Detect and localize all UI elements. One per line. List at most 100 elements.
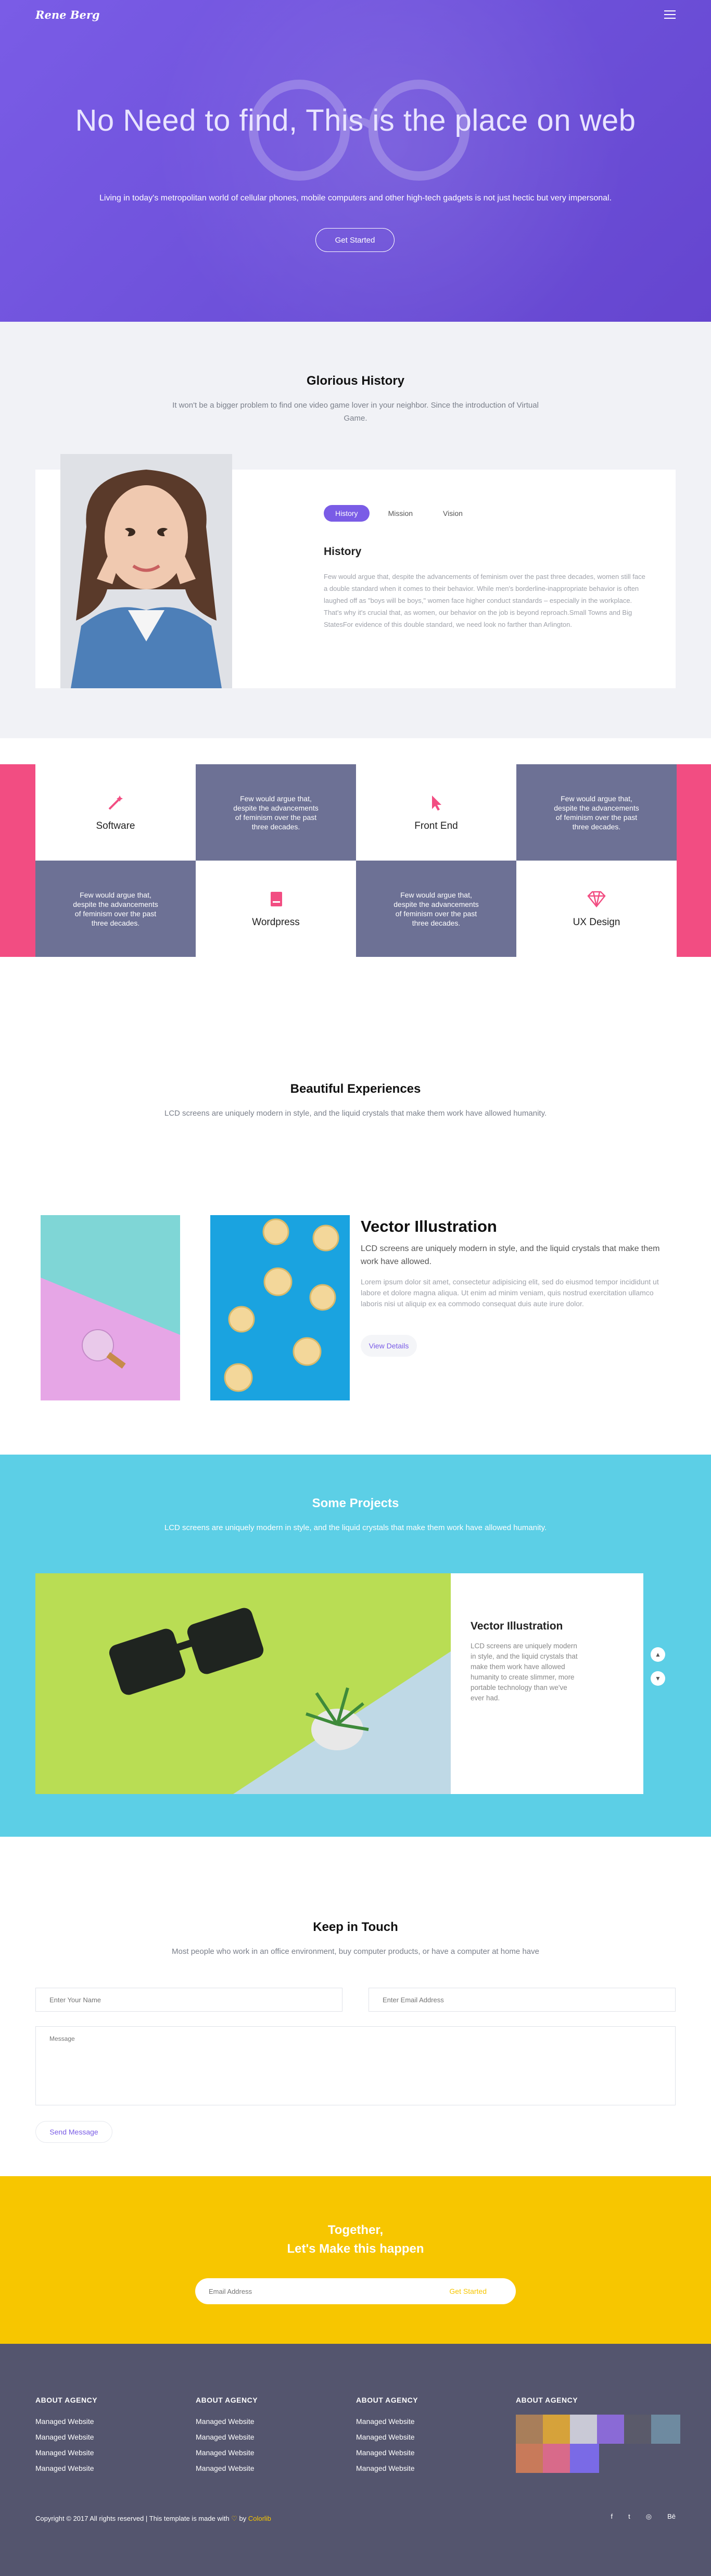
cta-line-1: Together, [327,2223,384,2237]
view-details-button[interactable]: View Details [361,1335,417,1357]
get-started-button[interactable]: Get Started [315,228,395,252]
dribbble-icon[interactable]: ◎ [646,2512,652,2521]
newsletter-form: Get Started [195,2278,516,2304]
projects-subtitle: LCD screens are uniquely modern in style… [164,1523,547,1532]
name-input[interactable] [35,1988,342,2012]
banana-slices-image [210,1215,350,1400]
project-text: LCD screens are uniquely modern in style… [471,1642,578,1702]
behance-icon[interactable]: Bē [667,2512,676,2521]
send-message-button[interactable]: Send Message [35,2121,112,2143]
services-grid: Software Few would argue that, despite t… [0,764,711,957]
history-heading: History [324,546,362,558]
footer-link[interactable]: Managed Website [356,2414,418,2429]
instagram-thumbnail[interactable] [570,2415,599,2444]
footer-column: ABOUT AGENCY Managed Website Managed Web… [196,2396,258,2476]
footer-column: ABOUT AGENCY Managed Website Managed Web… [356,2396,418,2476]
service-tile-ux-design[interactable]: UX Design [516,861,677,957]
tab-vision[interactable]: Vision [431,505,474,522]
footer: ABOUT AGENCY Managed Website Managed Web… [0,2344,711,2576]
footer-link[interactable]: Managed Website [196,2445,258,2460]
copyright-label: Copyright © 2017 All rights reserved | T… [35,2515,230,2522]
experiences-heading: Vector Illustration [361,1217,497,1235]
cta-title: Together, Let's Make this happen [0,2221,711,2258]
facebook-icon[interactable]: f [611,2512,613,2521]
woman-portrait-image [60,454,232,688]
service-tile-wordpress[interactable]: Wordpress [196,861,356,957]
instagram-thumbnail[interactable] [651,2415,680,2444]
history-tabs: History Mission Vision [324,505,474,522]
tab-history[interactable]: History [324,505,370,522]
newsletter-submit-button[interactable]: Get Started [449,2287,487,2295]
history-subtitle: It won't be a bigger problem to find one… [172,401,539,423]
contact-subtitle: Most people who work in an office enviro… [172,1947,539,1956]
footer-column-title: ABOUT AGENCY [35,2396,98,2404]
footer-column: ABOUT AGENCY Managed Website Managed Web… [35,2396,97,2476]
instagram-thumbnail[interactable] [516,2444,545,2473]
contact-section: Keep in Touch Most people who work in an… [0,1837,711,2176]
instagram-thumbnail[interactable] [516,2415,545,2444]
instagram-thumbnail[interactable] [624,2415,653,2444]
services-section: Software Few would argue that, despite t… [0,738,711,1061]
service-label: Software [96,820,135,831]
footer-link[interactable]: Managed Website [196,2429,258,2445]
message-textarea[interactable] [35,2026,676,2105]
sunglasses-plant-image [35,1573,451,1794]
footer-link[interactable]: Managed Website [35,2429,97,2445]
carousel-up-button[interactable]: ▲ [651,1647,665,1662]
hero-subtitle: Living in today's metropolitan world of … [99,194,612,203]
tab-mission[interactable]: Mission [377,505,424,522]
diamond-icon [587,891,606,907]
cursor-icon [432,795,441,811]
hero-title: No Need to find, This is the place on we… [75,104,636,137]
footer-link[interactable]: Managed Website [356,2460,418,2476]
footer-link[interactable]: Managed Website [196,2460,258,2476]
chevron-up-icon: ▲ [655,1651,661,1658]
cta-line-2: Let's Make this happen [287,2242,424,2256]
footer-column-title: ABOUT AGENCY [356,2396,418,2404]
experiences-lorem: Lorem ipsum dolor sit amet, consectetur … [361,1278,659,1308]
service-text-tile: Few would argue that, despite the advanc… [35,861,196,957]
service-label: Wordpress [252,916,300,928]
newsletter-email-input[interactable] [209,2287,365,2295]
email-input[interactable] [369,1988,676,2012]
chevron-down-icon: ▼ [655,1675,661,1682]
footer-instagram-column: ABOUT AGENCY [516,2396,578,2414]
lightbulb-image [41,1215,180,1400]
experiences-title: Beautiful Experiences [290,1082,421,1096]
footer-column-title: ABOUT AGENCY [516,2396,578,2404]
instagram-thumbnail[interactable] [543,2444,572,2473]
carousel-down-button[interactable]: ▼ [651,1671,665,1686]
footer-link[interactable]: Managed Website [356,2429,418,2445]
experiences-section: Beautiful Experiences LCD screens are un… [0,1061,711,1455]
service-text-tile: Few would argue that, despite the advanc… [516,764,677,861]
footer-link[interactable]: Managed Website [35,2460,97,2476]
copyright-text: Copyright © 2017 All rights reserved | T… [35,2515,271,2523]
experiences-text: LCD screens are uniquely modern in style… [361,1244,660,1266]
book-icon [271,891,282,906]
hamburger-icon[interactable] [664,10,676,19]
instagram-thumbnail[interactable] [543,2415,572,2444]
service-tile-software[interactable]: Software [35,764,196,861]
copyright-by: by [239,2515,247,2522]
footer-link[interactable]: Managed Website [35,2445,97,2460]
footer-link[interactable]: Managed Website [35,2414,97,2429]
history-section: Glorious History It won't be a bigger pr… [0,322,711,738]
footer-link[interactable]: Managed Website [196,2414,258,2429]
service-text-tile: Few would argue that, despite the advanc… [196,764,356,861]
site-logo[interactable]: Rene Berg [35,8,100,21]
service-label: UX Design [573,916,620,928]
contact-title: Keep in Touch [313,1920,398,1934]
instagram-thumbnail[interactable] [570,2444,599,2473]
service-tile-front-end[interactable]: Front End [356,764,516,861]
heart-icon: ♡ [231,2515,237,2522]
projects-title: Some Projects [312,1496,399,1510]
twitter-icon[interactable]: t [628,2512,630,2521]
projects-section: Some Projects LCD screens are uniquely m… [0,1455,711,1837]
history-title: Glorious History [306,374,405,388]
history-text: Few would argue that, despite the advanc… [324,573,645,628]
service-text-tile: Few would argue that, despite the advanc… [356,861,516,957]
project-card: Vector Illustration LCD screens are uniq… [35,1573,643,1794]
footer-link[interactable]: Managed Website [356,2445,418,2460]
instagram-thumbnail[interactable] [597,2415,626,2444]
author-link[interactable]: Colorlib [248,2515,271,2522]
